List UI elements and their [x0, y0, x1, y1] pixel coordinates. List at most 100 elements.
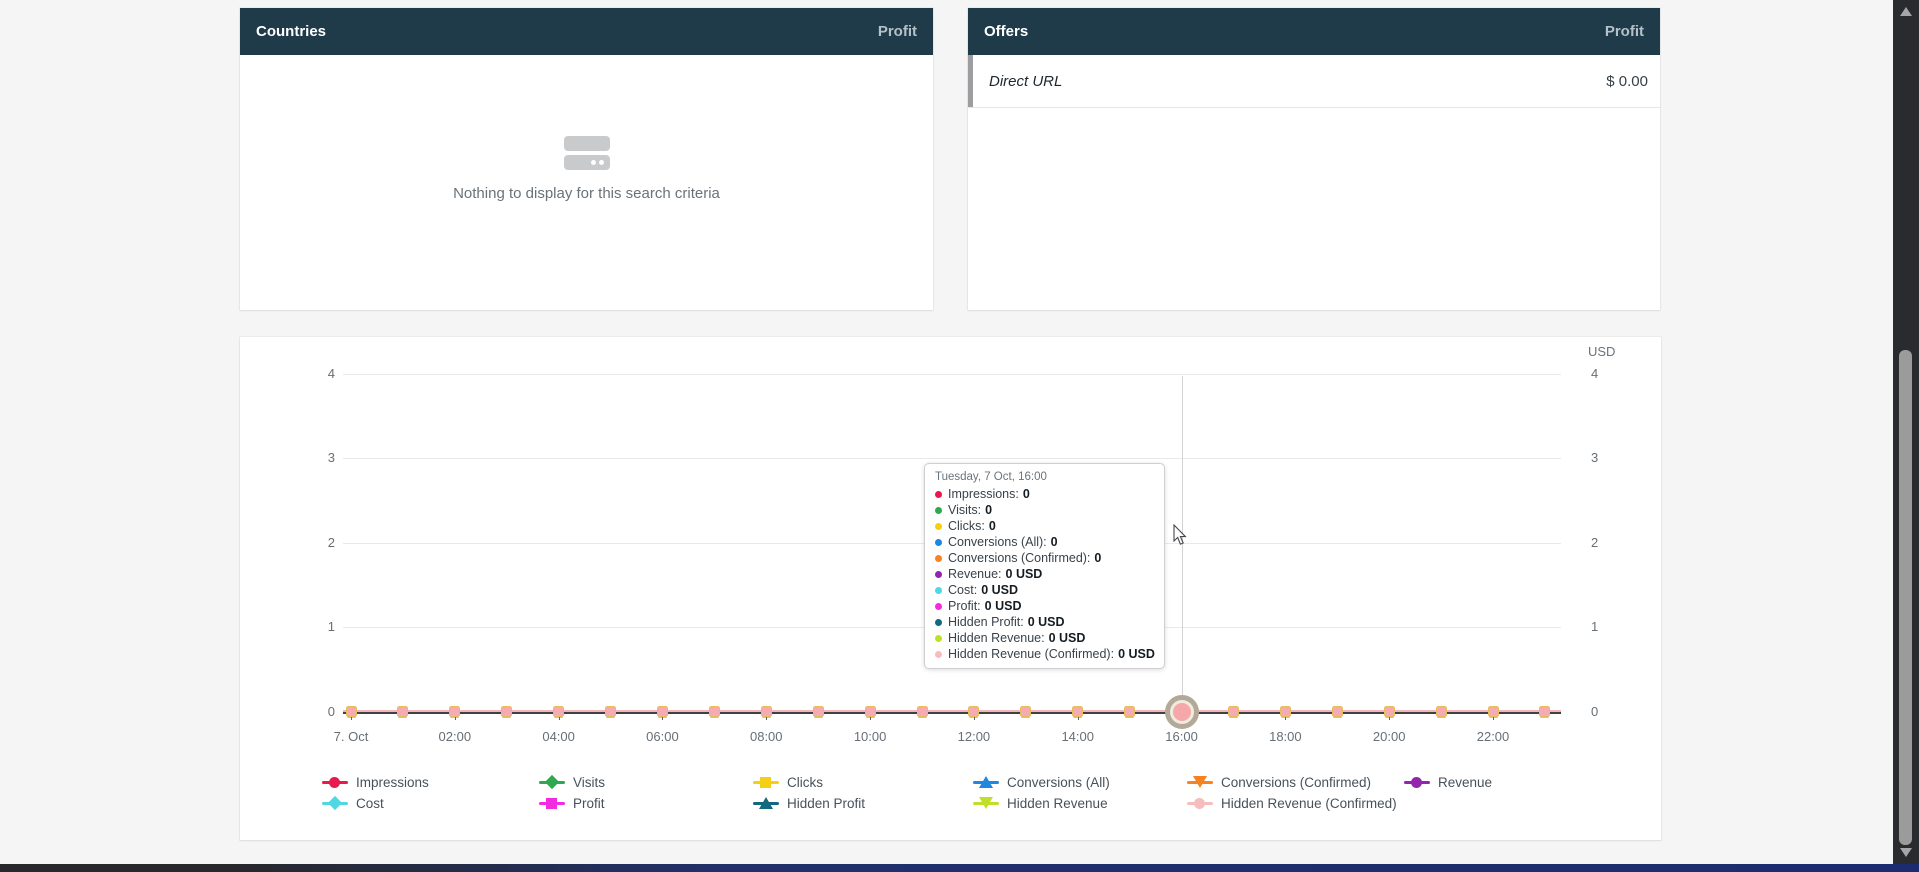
data-point-marker[interactable]: [1488, 706, 1499, 717]
tooltip-item-value: 0 USD: [1049, 631, 1086, 645]
tooltip-series-bullet-icon: [935, 539, 942, 546]
x-axis-label: 7. Oct: [311, 729, 391, 744]
data-point-marker[interactable]: [1280, 706, 1291, 717]
y-axis-label-left: 3: [291, 450, 335, 466]
data-point-marker[interactable]: [709, 706, 720, 717]
legend-label: Conversions (All): [1007, 775, 1110, 790]
tooltip-series-bullet-icon: [935, 587, 942, 594]
legend-item[interactable]: Profit: [539, 796, 605, 810]
data-point-marker[interactable]: [1020, 706, 1031, 717]
scrollbar-thumb[interactable]: [1899, 350, 1912, 845]
legend-diamond-icon: [328, 796, 342, 810]
legend-marker-icon: [539, 796, 565, 810]
y-gridline: [343, 458, 1561, 459]
x-axis-label: 12:00: [934, 729, 1014, 744]
legend-triangle-up-icon: [759, 797, 773, 809]
data-point-marker[interactable]: [968, 706, 979, 717]
tooltip-item-label: Clicks:: [948, 519, 985, 533]
legend-item[interactable]: Visits: [539, 775, 605, 789]
data-point-marker[interactable]: [553, 706, 564, 717]
tooltip-item-value: 0 USD: [985, 599, 1022, 613]
data-point-marker[interactable]: [813, 706, 824, 717]
data-point-marker[interactable]: [397, 706, 408, 717]
offer-table-row[interactable]: Direct URL$ 0.00: [968, 55, 1660, 108]
legend-item[interactable]: Hidden Revenue (Confirmed): [1187, 796, 1397, 810]
mouse-cursor-icon: [1173, 524, 1188, 546]
hovered-point-marker[interactable]: [1165, 695, 1199, 729]
tooltip-item: Conversions (Confirmed):0: [935, 550, 1154, 566]
no-data-icon: [564, 136, 610, 170]
legend-diamond-icon: [545, 775, 559, 789]
legend-item[interactable]: Cost: [322, 796, 384, 810]
tooltip-item-label: Impressions:: [948, 487, 1019, 501]
tooltip-item: Hidden Revenue:0 USD: [935, 630, 1154, 646]
legend-label: Impressions: [356, 775, 429, 790]
legend-marker-icon: [973, 796, 999, 810]
legend-item[interactable]: Impressions: [322, 775, 429, 789]
data-point-marker[interactable]: [761, 706, 772, 717]
x-axis-label: 18:00: [1245, 729, 1325, 744]
data-point-marker[interactable]: [501, 706, 512, 717]
countries-panel: Countries Profit Nothing to display for …: [240, 8, 933, 310]
x-axis-label: 06:00: [622, 729, 702, 744]
empty-state-message: Nothing to display for this search crite…: [453, 185, 720, 202]
legend-label: Visits: [573, 775, 605, 790]
legend-item[interactable]: Conversions (Confirmed): [1187, 775, 1371, 789]
legend-item[interactable]: Clicks: [753, 775, 823, 789]
data-point-marker[interactable]: [917, 706, 928, 717]
data-point-marker[interactable]: [1072, 706, 1083, 717]
countries-empty-state: Nothing to display for this search crite…: [240, 136, 933, 202]
tooltip-item-label: Cost:: [948, 583, 977, 597]
tooltip-series-bullet-icon: [935, 555, 942, 562]
data-point-marker[interactable]: [449, 706, 460, 717]
data-point-marker[interactable]: [346, 706, 357, 717]
data-point-marker[interactable]: [657, 706, 668, 717]
legend-label: Profit: [573, 796, 605, 811]
tooltip-item: Cost:0 USD: [935, 582, 1154, 598]
scroll-down-arrow-icon[interactable]: [1900, 848, 1912, 857]
data-point-marker[interactable]: [1124, 706, 1135, 717]
tooltip-item-value: 0 USD: [1028, 615, 1065, 629]
countries-panel-header: Countries Profit: [240, 8, 933, 55]
legend-marker-icon: [322, 775, 348, 789]
tooltip-item: Clicks:0: [935, 518, 1154, 534]
data-point-marker[interactable]: [1436, 706, 1447, 717]
tooltip-item: Hidden Revenue (Confirmed):0 USD: [935, 646, 1154, 662]
legend-label: Hidden Revenue (Confirmed): [1221, 796, 1397, 811]
legend-item[interactable]: Revenue: [1404, 775, 1492, 789]
legend-label: Clicks: [787, 775, 823, 790]
legend-item[interactable]: Conversions (All): [973, 775, 1110, 789]
tooltip-item-label: Conversions (All):: [948, 535, 1047, 549]
y-axis-label-left: 2: [291, 535, 335, 551]
legend-item[interactable]: Hidden Profit: [753, 796, 865, 810]
tooltip-item-label: Hidden Revenue (Confirmed):: [948, 647, 1114, 661]
data-point-marker[interactable]: [1384, 706, 1395, 717]
y-axis-label-left: 4: [291, 366, 335, 382]
scroll-up-arrow-icon[interactable]: [1900, 7, 1912, 16]
data-point-marker[interactable]: [865, 706, 876, 717]
x-axis-line: [343, 712, 1561, 714]
legend-marker-icon: [1404, 775, 1430, 789]
page-scrollbar[interactable]: [1893, 0, 1919, 864]
offers-panel-header: Offers Profit: [968, 8, 1660, 55]
legend-square-icon: [546, 798, 557, 809]
data-point-marker[interactable]: [1332, 706, 1343, 717]
data-point-marker[interactable]: [1539, 706, 1550, 717]
countries-panel-title: Countries: [256, 23, 326, 40]
chart-tooltip: Tuesday, 7 Oct, 16:00 Impressions:0Visit…: [924, 463, 1165, 669]
data-point-marker[interactable]: [605, 706, 616, 717]
legend-item[interactable]: Hidden Revenue: [973, 796, 1108, 810]
tooltip-series-bullet-icon: [935, 507, 942, 514]
countries-metric-label: Profit: [878, 23, 917, 40]
y-axis-label-left: 0: [291, 704, 335, 720]
tooltip-item: Revenue:0 USD: [935, 566, 1154, 582]
offers-row-list: Direct URL$ 0.00: [968, 55, 1660, 108]
x-axis-label: 04:00: [519, 729, 599, 744]
row-grip-bar: [968, 55, 973, 107]
legend-circle-icon: [1411, 777, 1422, 788]
legend-marker-icon: [1187, 796, 1213, 810]
tooltip-series-bullet-icon: [935, 523, 942, 530]
tooltip-item: Visits:0: [935, 502, 1154, 518]
data-point-marker[interactable]: [1228, 706, 1239, 717]
tooltip-item: Hidden Profit:0 USD: [935, 614, 1154, 630]
